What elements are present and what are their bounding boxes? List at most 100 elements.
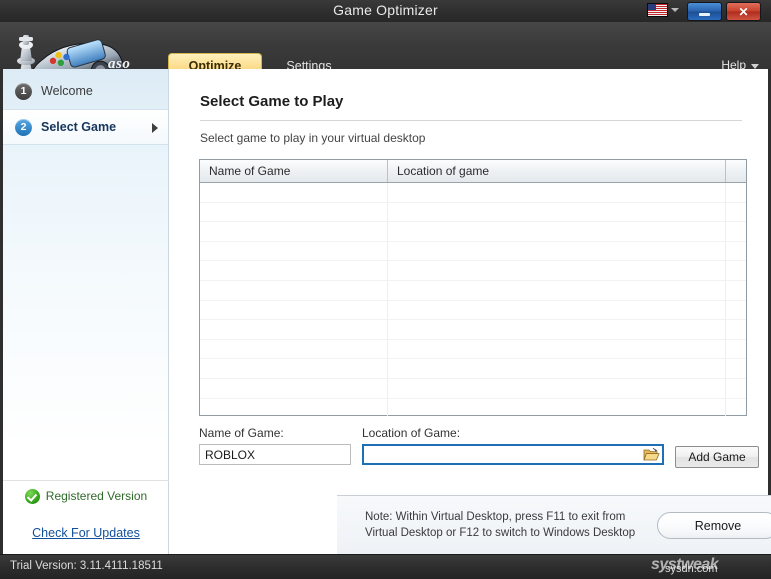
folder-open-icon[interactable] (643, 447, 660, 462)
title-bar: Game Optimizer ✕ (0, 0, 771, 23)
table-row[interactable] (200, 281, 746, 301)
column-header-name[interactable]: Name of Game (200, 160, 388, 182)
table-row[interactable] (200, 379, 746, 399)
add-game-form: Name of Game: Location of Game: Add (199, 426, 747, 476)
page-subtitle: Select game to play in your virtual desk… (200, 131, 425, 145)
table-row[interactable] (200, 261, 746, 281)
page-title: Select Game to Play (200, 93, 343, 110)
table-cell (200, 359, 388, 378)
table-cell (200, 320, 388, 339)
table-cell (200, 379, 388, 398)
tab-bar: Optimize Settings (168, 53, 356, 69)
language-selector[interactable] (647, 3, 679, 17)
table-cell (388, 183, 726, 202)
table-cell (726, 320, 746, 339)
watermark-primary-label: systweak (651, 556, 718, 574)
sidebar-item-label: Welcome (41, 84, 93, 98)
table-row[interactable] (200, 399, 746, 416)
games-table[interactable]: Name of Game Location of game (199, 159, 747, 416)
table-cell (726, 340, 746, 359)
location-of-game-label: Location of Game: (362, 426, 664, 440)
table-cell (200, 301, 388, 320)
table-cell (388, 399, 726, 416)
table-cell (726, 203, 746, 222)
minimize-button[interactable] (687, 2, 722, 21)
table-cell (200, 183, 388, 202)
table-cell (388, 359, 726, 378)
watermark-secondary-label: sysdn.com (665, 563, 718, 575)
sidebar-item-label: Select Game (41, 120, 116, 134)
table-row[interactable] (200, 183, 746, 203)
name-of-game-input[interactable] (199, 444, 351, 465)
column-header-extra[interactable] (726, 160, 746, 182)
table-cell (726, 183, 746, 202)
table-cell (726, 301, 746, 320)
table-cell (388, 203, 726, 222)
chevron-right-icon (152, 123, 158, 133)
table-cell (726, 281, 746, 300)
tab-optimize[interactable]: Optimize (168, 53, 262, 69)
window-body: 1 Welcome 2 Select Game Registered Versi… (0, 69, 771, 555)
help-menu[interactable]: Help (721, 58, 759, 69)
sidebar-item-welcome[interactable]: 1 Welcome (3, 73, 168, 109)
check-updates-row: Check For Updates (3, 511, 169, 555)
location-of-game-input[interactable] (364, 447, 650, 464)
table-header-row: Name of Game Location of game (200, 160, 746, 183)
check-updates-link[interactable]: Check For Updates (32, 526, 140, 540)
gamepad-chess-logo-icon (0, 22, 160, 69)
close-button[interactable]: ✕ (726, 2, 761, 21)
sidebar-item-select-game[interactable]: 2 Select Game (3, 109, 168, 145)
table-row[interactable] (200, 222, 746, 242)
table-cell (388, 242, 726, 261)
table-row[interactable] (200, 320, 746, 340)
sidebar: 1 Welcome 2 Select Game Registered Versi… (3, 69, 169, 555)
table-row[interactable] (200, 242, 746, 262)
footer-bar: Note: Within Virtual Desktop, press F11 … (337, 495, 771, 555)
table-cell (726, 359, 746, 378)
chevron-down-icon (671, 8, 679, 12)
table-cell (200, 222, 388, 241)
add-game-button[interactable]: Add Game (675, 446, 759, 468)
table-cell (200, 340, 388, 359)
minimize-icon (699, 13, 710, 16)
registered-version-row: Registered Version (3, 480, 169, 511)
chevron-down-icon (751, 64, 759, 69)
remove-button[interactable]: Remove (657, 512, 771, 539)
table-cell (726, 261, 746, 280)
close-icon: ✕ (738, 6, 748, 18)
brand-label: aso (108, 56, 130, 69)
table-cell (726, 399, 746, 416)
table-cell (388, 379, 726, 398)
table-row[interactable] (200, 340, 746, 360)
table-cell (388, 222, 726, 241)
column-header-location[interactable]: Location of game (388, 160, 726, 182)
table-cell (200, 203, 388, 222)
location-of-game-field-group: Location of Game: (362, 426, 664, 465)
table-cell (200, 242, 388, 261)
location-input-wrapper (362, 444, 664, 465)
table-cell (200, 281, 388, 300)
table-row[interactable] (200, 203, 746, 223)
status-bar: Trial Version: 3.11.4111.18511 systweak … (0, 554, 771, 579)
systweak-watermark: systweak sysdn.com (647, 553, 765, 579)
registered-version-label: Registered Version (46, 489, 147, 503)
step-number-badge: 1 (15, 83, 32, 100)
table-row[interactable] (200, 359, 746, 379)
help-label: Help (721, 58, 746, 69)
tab-settings[interactable]: Settings (262, 53, 356, 69)
table-cell (200, 261, 388, 280)
table-row[interactable] (200, 301, 746, 321)
table-cell (388, 281, 726, 300)
sidebar-footer: Registered Version Check For Updates (3, 480, 169, 555)
name-of-game-field-group: Name of Game: (199, 426, 351, 465)
table-body[interactable] (200, 183, 746, 416)
title-divider (200, 120, 742, 121)
table-cell (388, 320, 726, 339)
us-flag-icon (647, 3, 668, 17)
virtual-desktop-note: Note: Within Virtual Desktop, press F11 … (365, 509, 655, 541)
table-cell (388, 261, 726, 280)
trial-version-label: Trial Version: 3.11.4111.18511 (10, 560, 163, 572)
name-of-game-label: Name of Game: (199, 426, 351, 440)
green-check-icon (25, 489, 40, 504)
table-cell (726, 379, 746, 398)
